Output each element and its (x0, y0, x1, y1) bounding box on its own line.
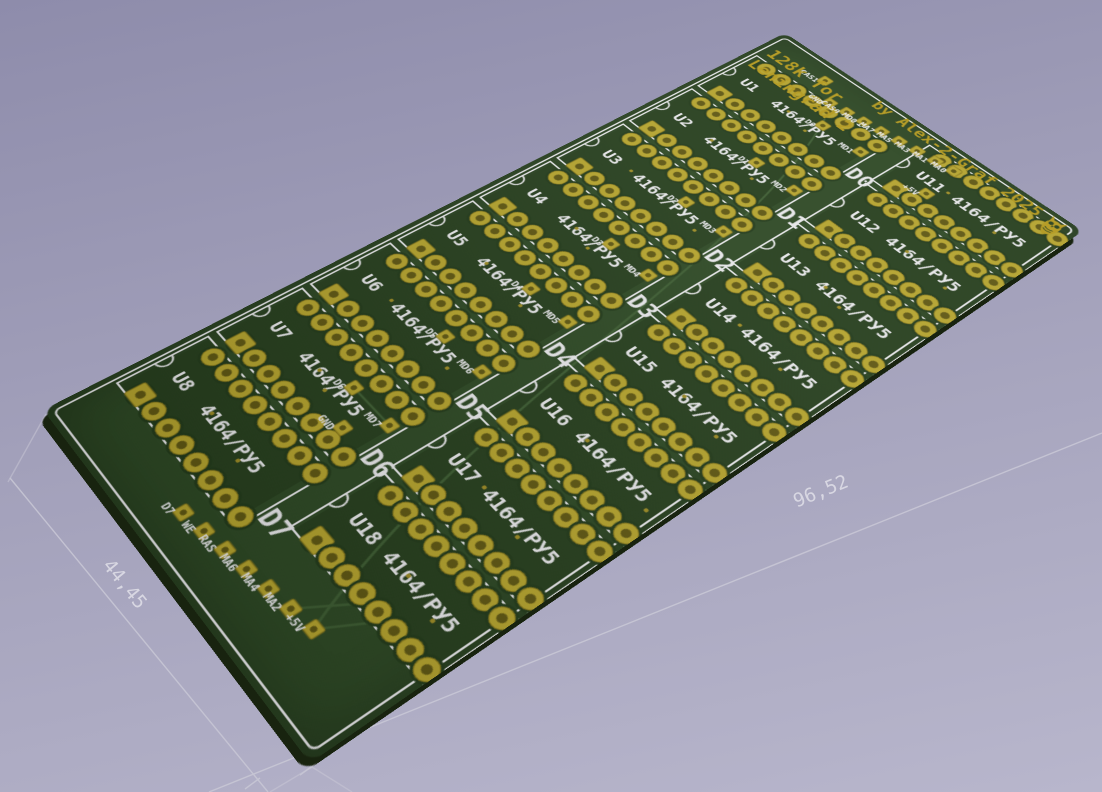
dimension-extension (312, 767, 352, 792)
dimension-extension (8, 414, 46, 482)
pcb-3d-viewport[interactable]: 44,45 96,52 U14164/РУ5U24164/РУ5U34164/Р… (0, 0, 1102, 792)
data-label-D0: D0 (839, 165, 879, 191)
data-label-D7: D7 (250, 504, 300, 545)
data-label-D4: D4 (537, 339, 582, 372)
dimension-width-label: 96,52 (790, 471, 851, 513)
data-label-D6: D6 (353, 445, 401, 483)
net-label-MA3: MA3 (891, 141, 911, 154)
data-label-D3: D3 (620, 291, 664, 322)
dimension-height-label: 44,45 (98, 555, 151, 613)
data-label-D1: D1 (771, 205, 812, 233)
net-label-WE: WE (177, 519, 197, 536)
net-label-D7: D7 (157, 501, 177, 518)
data-label-D2: D2 (698, 247, 740, 276)
data-label-D5: D5 (448, 390, 494, 426)
